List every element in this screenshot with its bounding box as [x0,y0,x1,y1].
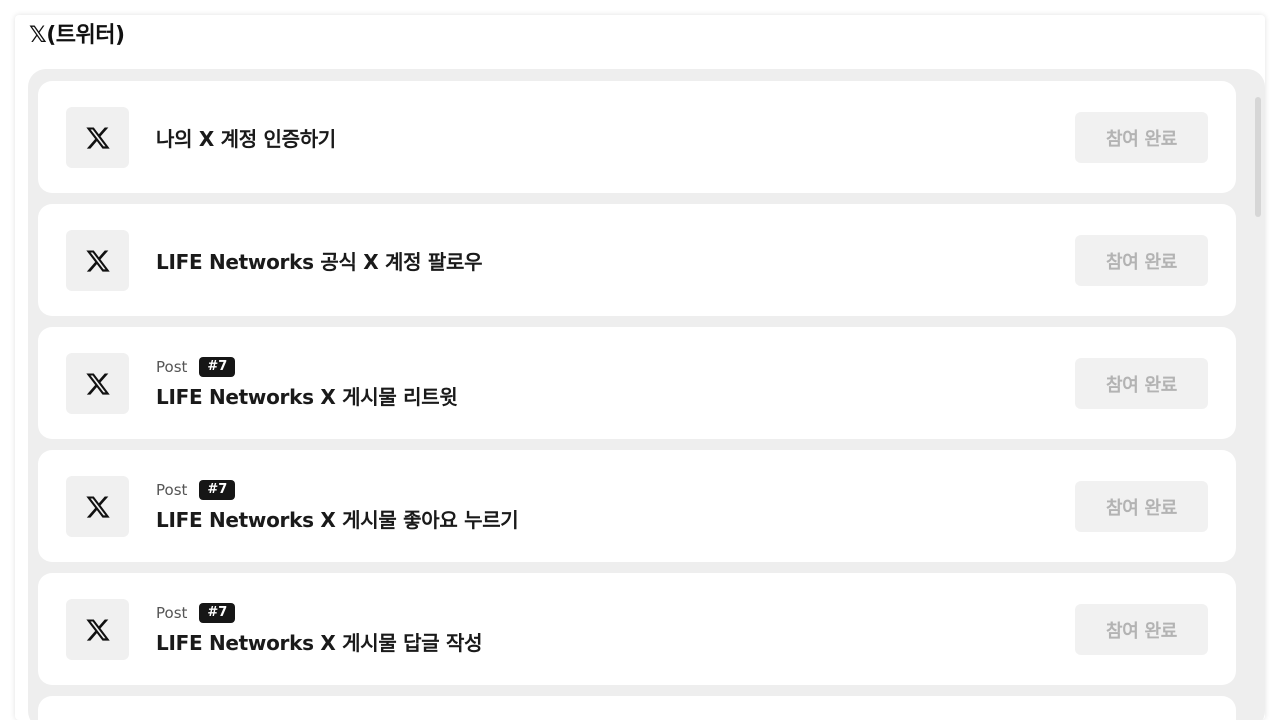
participation-complete-button[interactable]: 참여 완료 [1075,358,1208,409]
section-title: 𝕏(트위터) [29,20,125,52]
mission-title: 나의 X 계정 인증하기 [156,126,336,151]
x-logo-icon [66,353,129,414]
x-logo-icon [66,230,129,291]
mission-item-retweet: Post #7 LIFE Networks X 게시물 리트윗 참여 완료 [38,327,1236,439]
post-label: Post [156,358,188,376]
mission-title: LIFE Networks 공식 X 계정 팔로우 [156,249,483,274]
mission-text: Post #7 LIFE Networks X 게시물 답글 작성 [156,573,483,685]
twitter-mission-panel: 𝕏(트위터) 나의 X 계정 인증하기 참여 완료 LIFE Networks … [15,15,1265,720]
x-logo-icon [66,107,129,168]
mission-text: Post #7 LIFE Networks X 게시물 좋아요 누르기 [156,450,519,562]
x-logo-icon [66,599,129,660]
section-title-text: (트위터) [46,23,125,48]
mission-item-like: Post #7 LIFE Networks X 게시물 좋아요 누르기 참여 완… [38,450,1236,562]
participation-complete-button[interactable]: 참여 완료 [1075,604,1208,655]
mission-item-reply: Post #7 LIFE Networks X 게시물 답글 작성 참여 완료 [38,573,1236,685]
mission-list: 나의 X 계정 인증하기 참여 완료 LIFE Networks 공식 X 계정… [28,69,1265,720]
mission-item-next [38,696,1236,720]
x-logo-icon: 𝕏 [29,23,47,48]
post-number-badge: #7 [199,357,236,377]
scrollbar-thumb[interactable] [1255,97,1261,217]
mission-meta: Post #7 [156,356,457,378]
mission-text: LIFE Networks 공식 X 계정 팔로우 [156,204,483,316]
participation-complete-button[interactable]: 참여 완료 [1075,112,1208,163]
mission-text: 나의 X 계정 인증하기 [156,81,336,193]
scrollbar[interactable] [1255,77,1261,717]
x-logo-icon [66,476,129,537]
participation-complete-button[interactable]: 참여 완료 [1075,235,1208,286]
mission-title: LIFE Networks X 게시물 리트윗 [156,385,458,409]
mission-text: Post #7 LIFE Networks X 게시물 리트윗 [156,327,458,439]
participation-complete-button[interactable]: 참여 완료 [1075,481,1208,532]
mission-item-follow-account: LIFE Networks 공식 X 계정 팔로우 참여 완료 [38,204,1236,316]
post-label: Post [156,604,188,622]
mission-title: LIFE Networks X 게시물 답글 작성 [156,631,483,655]
mission-item-verify-account: 나의 X 계정 인증하기 참여 완료 [38,81,1236,193]
mission-title: LIFE Networks X 게시물 좋아요 누르기 [156,508,519,532]
post-number-badge: #7 [199,480,236,500]
mission-meta: Post #7 [156,479,518,501]
post-label: Post [156,481,188,499]
mission-meta: Post #7 [156,602,482,624]
post-number-badge: #7 [199,603,236,623]
